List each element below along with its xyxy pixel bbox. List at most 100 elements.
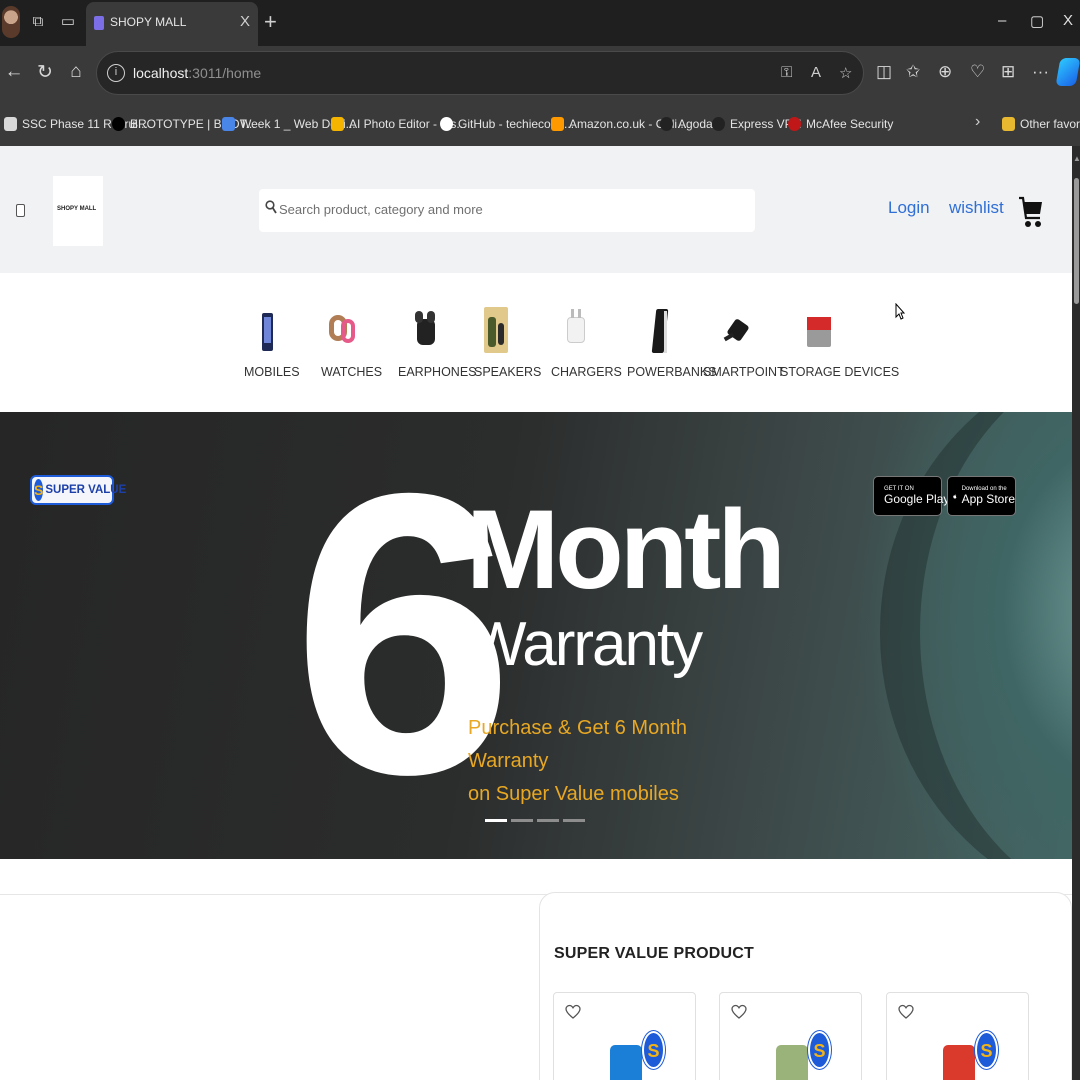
category-label: MOBILES bbox=[244, 365, 300, 379]
product-card[interactable]: S bbox=[886, 992, 1029, 1080]
category-smartpoint[interactable]: SMARTPOINT bbox=[703, 305, 785, 379]
bookmark-favicon-icon bbox=[551, 117, 564, 131]
google-play-button[interactable]: GET IT ON Google Play bbox=[873, 476, 949, 516]
bookmark-label: Other favorites bbox=[1020, 117, 1080, 131]
heart-icon[interactable] bbox=[565, 1004, 581, 1020]
search-input[interactable] bbox=[279, 202, 739, 217]
super-value-badge-icon: S bbox=[642, 1031, 665, 1069]
smartpoint-icon bbox=[710, 305, 754, 355]
workspaces-icon[interactable]: ⧉ bbox=[28, 12, 48, 32]
folder-icon bbox=[1002, 117, 1015, 131]
category-storage-devices[interactable]: STORAGE DEVICES bbox=[780, 305, 899, 379]
site-header: SHOPY MALL Login wishlist bbox=[0, 146, 1072, 273]
speaker-icon bbox=[474, 305, 518, 355]
read-aloud-icon[interactable]: A bbox=[811, 64, 821, 81]
product-card[interactable]: S bbox=[553, 992, 696, 1080]
bookmarks-bar: › Other favorites SSC Phase 11 Recrui...… bbox=[0, 100, 1080, 146]
profile-avatar[interactable] bbox=[2, 6, 20, 38]
minimize-button[interactable]: – bbox=[998, 12, 1006, 29]
heart-icon[interactable] bbox=[898, 1004, 914, 1020]
bookmark-favicon-icon bbox=[222, 117, 235, 131]
category-label: SMARTPOINT bbox=[703, 365, 785, 379]
apple-icon bbox=[953, 493, 957, 498]
carousel-dot[interactable] bbox=[511, 819, 533, 822]
category-label: EARPHONES bbox=[398, 365, 477, 379]
split-screen-icon[interactable]: ◫ bbox=[876, 62, 892, 82]
browser-toolbar: ← ↻ ⌂ i localhost:3011/home ⚿ A ☆ ◫ ✩ ⊕ … bbox=[0, 46, 1080, 100]
category-strip: MOBILES WATCHES EARPHONES SPEAKERS CHARG… bbox=[0, 273, 1072, 412]
scroll-up-arrow-icon[interactable]: ▲ bbox=[1073, 154, 1080, 163]
bookmark-other-favorites[interactable]: Other favorites bbox=[1002, 115, 1080, 133]
hero-title: Month bbox=[466, 487, 786, 612]
heart-icon[interactable] bbox=[731, 1004, 747, 1020]
cart-icon[interactable] bbox=[1018, 190, 1044, 234]
browser-title-bar: ⧉ ▭ SHOPY MALL X + – ▢ X bbox=[0, 0, 1080, 46]
login-link[interactable]: Login bbox=[888, 198, 930, 218]
carousel-dot[interactable] bbox=[537, 819, 559, 822]
bookmark-favicon-icon bbox=[4, 117, 17, 131]
tab-actions-icon[interactable]: ▭ bbox=[58, 12, 78, 32]
powerbank-icon bbox=[636, 305, 680, 355]
wishlist-link[interactable]: wishlist bbox=[949, 198, 1004, 218]
scrollbar-thumb[interactable] bbox=[1074, 178, 1079, 304]
super-value-products-panel: SUPER VALUE PRODUCT S S S bbox=[539, 892, 1072, 1080]
bookmark-item[interactable]: Agoda bbox=[660, 115, 713, 133]
home-icon[interactable]: ⌂ bbox=[65, 61, 87, 83]
carousel-dot[interactable] bbox=[563, 819, 585, 822]
bookmark-favicon-icon bbox=[660, 117, 673, 131]
logo-text: SHOPY MALL bbox=[57, 206, 97, 212]
category-powerbanks[interactable]: POWERBANKS bbox=[627, 305, 717, 379]
extensions-icon[interactable]: ⊞ bbox=[1001, 62, 1015, 82]
app-store-button[interactable]: Download on the App Store bbox=[947, 476, 1016, 516]
favorites-icon[interactable]: ✩ bbox=[906, 62, 920, 82]
site-logo[interactable]: SHOPY MALL bbox=[53, 176, 103, 246]
bookmark-favicon-icon bbox=[440, 117, 453, 131]
hero-line-1: Purchase & Get 6 Month Warranty bbox=[468, 717, 688, 772]
close-window-button[interactable]: X bbox=[1063, 12, 1073, 29]
search-bar bbox=[259, 189, 755, 232]
chevron-right-icon[interactable]: › bbox=[975, 113, 980, 131]
product-image bbox=[610, 1045, 642, 1080]
hero-banner[interactable]: S SUPER VALUE 6 Month Warranty Purchase … bbox=[0, 412, 1072, 859]
category-label: CHARGERS bbox=[551, 365, 622, 379]
new-tab-button[interactable]: + bbox=[264, 9, 277, 35]
product-card[interactable]: S bbox=[719, 992, 862, 1080]
product-image bbox=[943, 1045, 975, 1080]
browser-essentials-icon[interactable]: ♡ bbox=[970, 62, 985, 82]
category-speakers[interactable]: SPEAKERS bbox=[474, 305, 541, 379]
super-value-badge-icon: S bbox=[808, 1031, 831, 1069]
tab-favicon-icon bbox=[94, 16, 104, 30]
collections-icon[interactable]: ⊕ bbox=[938, 62, 952, 82]
bookmark-label: McAfee Security bbox=[806, 117, 894, 131]
back-arrow-icon[interactable]: ← bbox=[3, 61, 25, 83]
refresh-icon[interactable]: ↻ bbox=[34, 61, 56, 84]
tab-close-button[interactable]: X bbox=[240, 13, 250, 30]
super-value-text: SUPER VALUE bbox=[45, 484, 127, 496]
copilot-icon[interactable] bbox=[1055, 58, 1080, 86]
page-viewport: SHOPY MALL Login wishlist MOBILES bbox=[0, 146, 1072, 1080]
earphones-icon bbox=[403, 305, 447, 355]
carousel-dot[interactable] bbox=[485, 819, 507, 822]
password-key-icon[interactable]: ⚿ bbox=[781, 64, 792, 81]
memory-card-icon bbox=[797, 305, 841, 355]
super-value-badge: S SUPER VALUE bbox=[30, 475, 126, 505]
category-watches[interactable]: WATCHES bbox=[321, 305, 382, 379]
category-chargers[interactable]: CHARGERS bbox=[551, 305, 622, 379]
address-bar[interactable]: i localhost:3011/home ⚿ A ☆ bbox=[96, 51, 864, 95]
category-earphones[interactable]: EARPHONES bbox=[398, 305, 477, 379]
url-text: localhost:3011/home bbox=[133, 65, 262, 81]
bookmark-label: Agoda bbox=[678, 117, 713, 131]
mouse-cursor-icon bbox=[895, 303, 905, 320]
menu-toggle-checkbox[interactable] bbox=[16, 204, 25, 217]
bookmark-item[interactable]: McAfee Security bbox=[788, 115, 893, 133]
favorite-star-icon[interactable]: ☆ bbox=[839, 64, 852, 82]
search-icon bbox=[265, 200, 277, 214]
super-value-logo-icon: S bbox=[34, 479, 44, 501]
tab-shopy-mall[interactable]: SHOPY MALL X bbox=[86, 2, 258, 46]
category-mobiles[interactable]: MOBILES bbox=[244, 305, 300, 379]
restore-button[interactable]: ▢ bbox=[1030, 12, 1044, 30]
site-info-icon[interactable]: i bbox=[107, 64, 125, 82]
hero-subtitle: Warranty bbox=[468, 610, 703, 679]
more-menu-icon[interactable]: ··· bbox=[1032, 62, 1049, 82]
hero-line-2: on Super Value mobiles bbox=[468, 783, 679, 805]
